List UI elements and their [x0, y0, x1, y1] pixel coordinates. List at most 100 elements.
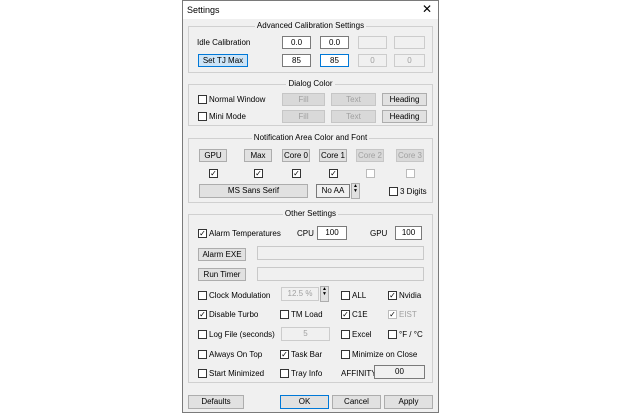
nvidia-checkbox[interactable]: ✓ [388, 291, 397, 300]
start-minimized-label: Start Minimized [209, 369, 265, 378]
clock-mod-spinner[interactable]: ▲ ▼ [320, 286, 329, 302]
notif-check-5 [406, 169, 415, 178]
all-label: ALL [352, 291, 367, 300]
start-minimized-checkbox[interactable] [198, 369, 207, 378]
cancel-button[interactable]: Cancel [332, 395, 381, 409]
checkmark-icon: ✓ [389, 310, 396, 319]
checkmark-icon: ✓ [330, 169, 337, 178]
calibration-caption: Advanced Calibration Settings [254, 21, 367, 30]
mini-fill-button: Fill [282, 110, 325, 123]
notif-core2-button: Core 2 [356, 149, 384, 162]
other-settings-caption: Other Settings [282, 209, 339, 218]
idle-cal-field-2 [358, 36, 387, 49]
cpu-alarm-field[interactable]: 100 [317, 226, 347, 240]
mini-mode-checkbox[interactable] [198, 112, 207, 121]
notif-check-4 [366, 169, 375, 178]
notif-check-2[interactable]: ✓ [292, 169, 301, 178]
excel-checkbox[interactable] [341, 330, 350, 339]
affinity-label: AFFINITY [341, 369, 377, 378]
checkmark-icon: ✓ [210, 169, 217, 178]
alarm-exe-field[interactable] [257, 246, 424, 260]
three-digits-checkbox[interactable] [389, 187, 398, 196]
aa-field[interactable]: No AA [316, 184, 350, 198]
disable-turbo-label: Disable Turbo [209, 310, 259, 319]
log-file-checkbox[interactable] [198, 330, 207, 339]
checkmark-icon: ✓ [199, 310, 206, 319]
dialog-color-group: Dialog Color Normal Window Fill Text Hea… [188, 79, 433, 126]
tm-load-label: TM Load [291, 310, 323, 319]
tray-info-checkbox[interactable] [280, 369, 289, 378]
alarm-exe-button[interactable]: Alarm EXE [198, 248, 246, 261]
checkmark-icon: ✓ [281, 350, 288, 359]
notif-max-button[interactable]: Max [244, 149, 272, 162]
task-bar-checkbox[interactable]: ✓ [280, 350, 289, 359]
normal-text-button: Text [331, 93, 376, 106]
idle-cal-field-0[interactable]: 0.0 [282, 36, 311, 49]
always-on-top-checkbox[interactable] [198, 350, 207, 359]
notif-check-0[interactable]: ✓ [209, 169, 218, 178]
notif-core1-button[interactable]: Core 1 [319, 149, 347, 162]
checkmark-icon: ✓ [199, 229, 206, 238]
gpu-label: GPU [370, 229, 388, 238]
notif-check-1[interactable]: ✓ [254, 169, 263, 178]
close-icon[interactable]: ✕ [422, 3, 432, 15]
normal-window-checkbox[interactable] [198, 95, 207, 104]
clock-mod-label: Clock Modulation [209, 291, 271, 300]
minimize-on-close-label: Minimize on Close [352, 350, 418, 359]
checkmark-icon: ✓ [293, 169, 300, 178]
notif-gpu-button[interactable]: GPU [199, 149, 227, 162]
notif-check-3[interactable]: ✓ [329, 169, 338, 178]
notif-core0-button[interactable]: Core 0 [282, 149, 310, 162]
clock-mod-checkbox[interactable] [198, 291, 207, 300]
tm-load-checkbox[interactable] [280, 310, 289, 319]
notification-caption: Notification Area Color and Font [251, 133, 370, 142]
notif-core3-button: Core 3 [396, 149, 424, 162]
calibration-group: Advanced Calibration Settings Idle Calib… [188, 21, 433, 73]
checkmark-icon: ✓ [389, 291, 396, 300]
idle-calibration-label: Idle Calibration [197, 38, 251, 47]
all-checkbox[interactable] [341, 291, 350, 300]
defaults-button[interactable]: Defaults [188, 395, 244, 409]
tjmax-field-1[interactable]: 85 [320, 54, 349, 67]
normal-window-label: Normal Window [209, 95, 266, 104]
clock-mod-field: 12.5 % [281, 287, 319, 301]
tjmax-field-0[interactable]: 85 [282, 54, 311, 67]
normal-fill-button: Fill [282, 93, 325, 106]
gpu-alarm-field[interactable]: 100 [395, 226, 422, 240]
alarm-temps-label: Alarm Temperatures [209, 229, 281, 238]
normal-heading-button[interactable]: Heading [382, 93, 427, 106]
checkmark-icon: ✓ [255, 169, 262, 178]
alarm-temps-checkbox[interactable]: ✓ [198, 229, 207, 238]
tjmax-field-2: 0 [358, 54, 387, 67]
mini-mode-label: Mini Mode [209, 112, 246, 121]
c1e-checkbox[interactable]: ✓ [341, 310, 350, 319]
checkmark-icon: ✓ [342, 310, 349, 319]
disable-turbo-checkbox[interactable]: ✓ [198, 310, 207, 319]
ok-button[interactable]: OK [280, 395, 329, 409]
font-button[interactable]: MS Sans Serif [199, 184, 308, 198]
log-file-label: Log File (seconds) [209, 330, 275, 339]
window-title: Settings [187, 5, 220, 15]
eist-checkbox: ✓ [388, 310, 397, 319]
cpu-label: CPU [297, 229, 314, 238]
excel-label: Excel [352, 330, 372, 339]
notification-group: Notification Area Color and Font GPU Max… [188, 133, 433, 203]
run-timer-button[interactable]: Run Timer [198, 268, 246, 281]
aa-spinner[interactable]: ▲ ▼ [351, 183, 360, 199]
apply-button[interactable]: Apply [384, 395, 433, 409]
run-timer-field[interactable] [257, 267, 424, 281]
fahrenheit-celsius-checkbox[interactable] [388, 330, 397, 339]
spin-down-icon[interactable]: ▼ [352, 189, 359, 194]
title-bar: Settings ✕ [183, 1, 438, 19]
tjmax-field-3: 0 [394, 54, 425, 67]
minimize-on-close-checkbox[interactable] [341, 350, 350, 359]
idle-cal-field-1[interactable]: 0.0 [320, 36, 349, 49]
spin-down-icon[interactable]: ▼ [321, 292, 328, 297]
set-tj-max-button[interactable]: Set TJ Max [198, 54, 248, 67]
idle-cal-field-3 [394, 36, 425, 49]
always-on-top-label: Always On Top [209, 350, 263, 359]
mini-heading-button[interactable]: Heading [382, 110, 427, 123]
three-digits-label: 3 Digits [400, 187, 427, 196]
settings-window: Settings ✕ Advanced Calibration Settings… [182, 0, 439, 413]
affinity-field[interactable]: 00 [374, 365, 425, 379]
